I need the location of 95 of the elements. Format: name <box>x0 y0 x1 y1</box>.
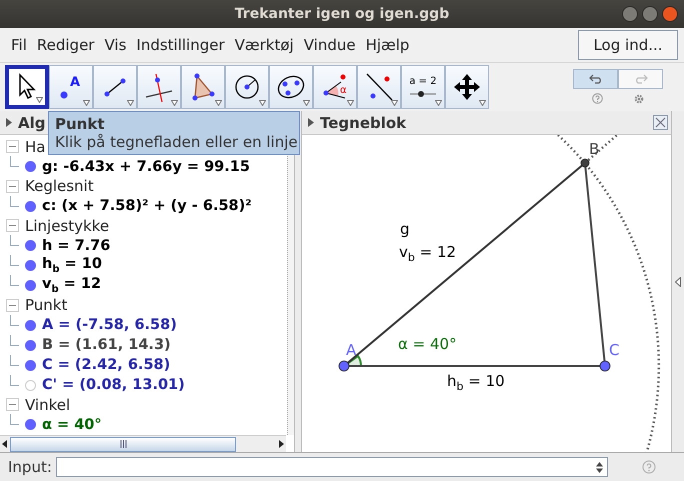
point-label: B <box>589 140 600 158</box>
dropdown-triangle-icon <box>127 100 134 106</box>
scroll-left-icon[interactable] <box>0 439 10 449</box>
point-label: C <box>609 341 620 359</box>
input-label: Input: <box>8 458 52 476</box>
help-icon[interactable] <box>592 93 602 104</box>
group-label: Vinkel <box>25 396 70 414</box>
dropdown-triangle-icon <box>347 100 354 106</box>
menu-item[interactable]: Fil <box>6 36 32 54</box>
algebra-entry[interactable]: h$_{b}$ = 10 <box>42 256 102 275</box>
point-marker[interactable] <box>600 360 610 372</box>
group-label: Linjestykke <box>25 216 110 235</box>
visibility-dot[interactable] <box>25 380 36 390</box>
dropdown-triangle-icon <box>479 100 486 106</box>
close-panel-button[interactable] <box>653 115 668 130</box>
settings-icon[interactable] <box>632 93 644 105</box>
object-label: g <box>400 220 410 238</box>
dropdown-triangle-icon <box>259 100 266 106</box>
point-marker[interactable] <box>580 158 590 168</box>
algebra-entry[interactable]: g: -6.43x + 7.66y = 99.15 <box>42 158 250 174</box>
collapse-triangle-icon[interactable] <box>675 276 681 286</box>
minimize-button[interactable] <box>622 6 638 22</box>
tool-button[interactable] <box>225 65 269 109</box>
menu-item[interactable]: Hjælp <box>360 36 414 54</box>
scrollbar-thumb[interactable] <box>10 436 236 452</box>
algebra-entry[interactable]: C' = (0.08, 13.01) <box>42 377 185 393</box>
dropdown-triangle-icon <box>391 100 398 106</box>
menu-item[interactable]: Vindue <box>298 36 361 54</box>
maximize-button[interactable] <box>642 6 658 22</box>
tool-button[interactable] <box>445 65 489 109</box>
window-title: Trekanter igen og igen.ggb <box>234 6 450 22</box>
menu-item[interactable]: Rediger <box>32 36 100 54</box>
redo-icon <box>634 74 648 84</box>
menu-item[interactable]: Indstillinger <box>131 36 230 54</box>
tool-button[interactable] <box>357 65 401 109</box>
collapse-icon[interactable] <box>6 398 19 412</box>
group-label: Ha <box>25 138 46 156</box>
scroll-right-icon[interactable] <box>276 439 286 449</box>
tool-button[interactable] <box>269 65 313 109</box>
menu-item[interactable]: Vis <box>99 36 132 54</box>
dropdown-triangle-icon <box>435 100 442 106</box>
visibility-dot[interactable] <box>25 419 36 430</box>
object-label: α = 40° <box>398 335 457 353</box>
collapse-icon[interactable] <box>6 180 19 193</box>
menu-item[interactable]: Værktøj <box>230 36 299 54</box>
algebra-entry[interactable]: A = (-7.58, 6.58) <box>42 317 177 333</box>
visibility-dot[interactable] <box>25 161 36 172</box>
undo-icon <box>588 74 602 84</box>
collapse-icon[interactable] <box>6 298 19 312</box>
tool-button[interactable] <box>93 65 137 109</box>
grip-icon <box>120 440 126 448</box>
close-icon <box>655 117 666 128</box>
dropdown-triangle-icon <box>303 100 310 106</box>
tooltip-title: Punkt <box>55 115 106 133</box>
visibility-dot[interactable] <box>25 240 36 251</box>
point-marker[interactable] <box>338 360 350 372</box>
group-label: Keglesnit <box>25 177 94 196</box>
tool-button[interactable]: A <box>49 65 93 109</box>
visibility-dot[interactable] <box>25 340 36 350</box>
login-button[interactable]: Log ind... <box>578 30 678 60</box>
tool-button[interactable] <box>181 65 225 109</box>
collapse-icon[interactable] <box>6 219 19 232</box>
panel-title: Tegneblok <box>320 114 406 132</box>
close-button[interactable] <box>662 6 678 22</box>
algebra-entry[interactable]: α = 40° <box>42 416 102 432</box>
tool-button[interactable]: a = 2 <box>401 65 445 109</box>
perpendicular-line-icon <box>143 71 175 103</box>
input-field[interactable] <box>56 457 608 477</box>
tool-button[interactable] <box>5 65 49 109</box>
dropdown-triangle-icon <box>215 100 222 106</box>
collapse-icon[interactable] <box>6 140 19 154</box>
visibility-dot[interactable] <box>25 200 36 212</box>
tool-button[interactable]: α <box>313 65 357 109</box>
group-label: Punkt <box>25 296 68 314</box>
undo-button[interactable] <box>573 69 618 89</box>
expand-triangle-icon[interactable] <box>6 118 12 127</box>
algebra-entry[interactable]: c: (x + 7.58)² + (y - 6.58)² <box>42 198 252 214</box>
visibility-dot[interactable] <box>25 320 36 330</box>
dropdown-triangle-icon <box>171 100 178 106</box>
algebra-entry[interactable]: h = 7.76 <box>42 238 110 254</box>
panel-title: Alg <box>18 114 46 132</box>
dropdown-triangle-icon <box>36 97 43 103</box>
object-label: v$_{b}$ = 12 <box>399 243 456 264</box>
visibility-dot[interactable] <box>25 260 36 271</box>
algebra-entry[interactable]: v$_{b}$ = 12 <box>42 276 102 295</box>
algebra-entry[interactable]: C = (2.42, 6.58) <box>42 357 170 373</box>
dropdown-triangle-icon <box>83 100 90 106</box>
visibility-dot[interactable] <box>25 280 36 291</box>
spinner-icon[interactable] <box>596 462 603 472</box>
point-label: A <box>346 341 356 359</box>
visibility-dot[interactable] <box>25 360 36 370</box>
algebra-entry[interactable]: B = (1.61, 14.3) <box>42 337 171 353</box>
object-label: h$_{b}$ = 10 <box>447 372 505 393</box>
expand-triangle-icon[interactable] <box>308 118 314 127</box>
tool-button[interactable] <box>137 65 181 109</box>
